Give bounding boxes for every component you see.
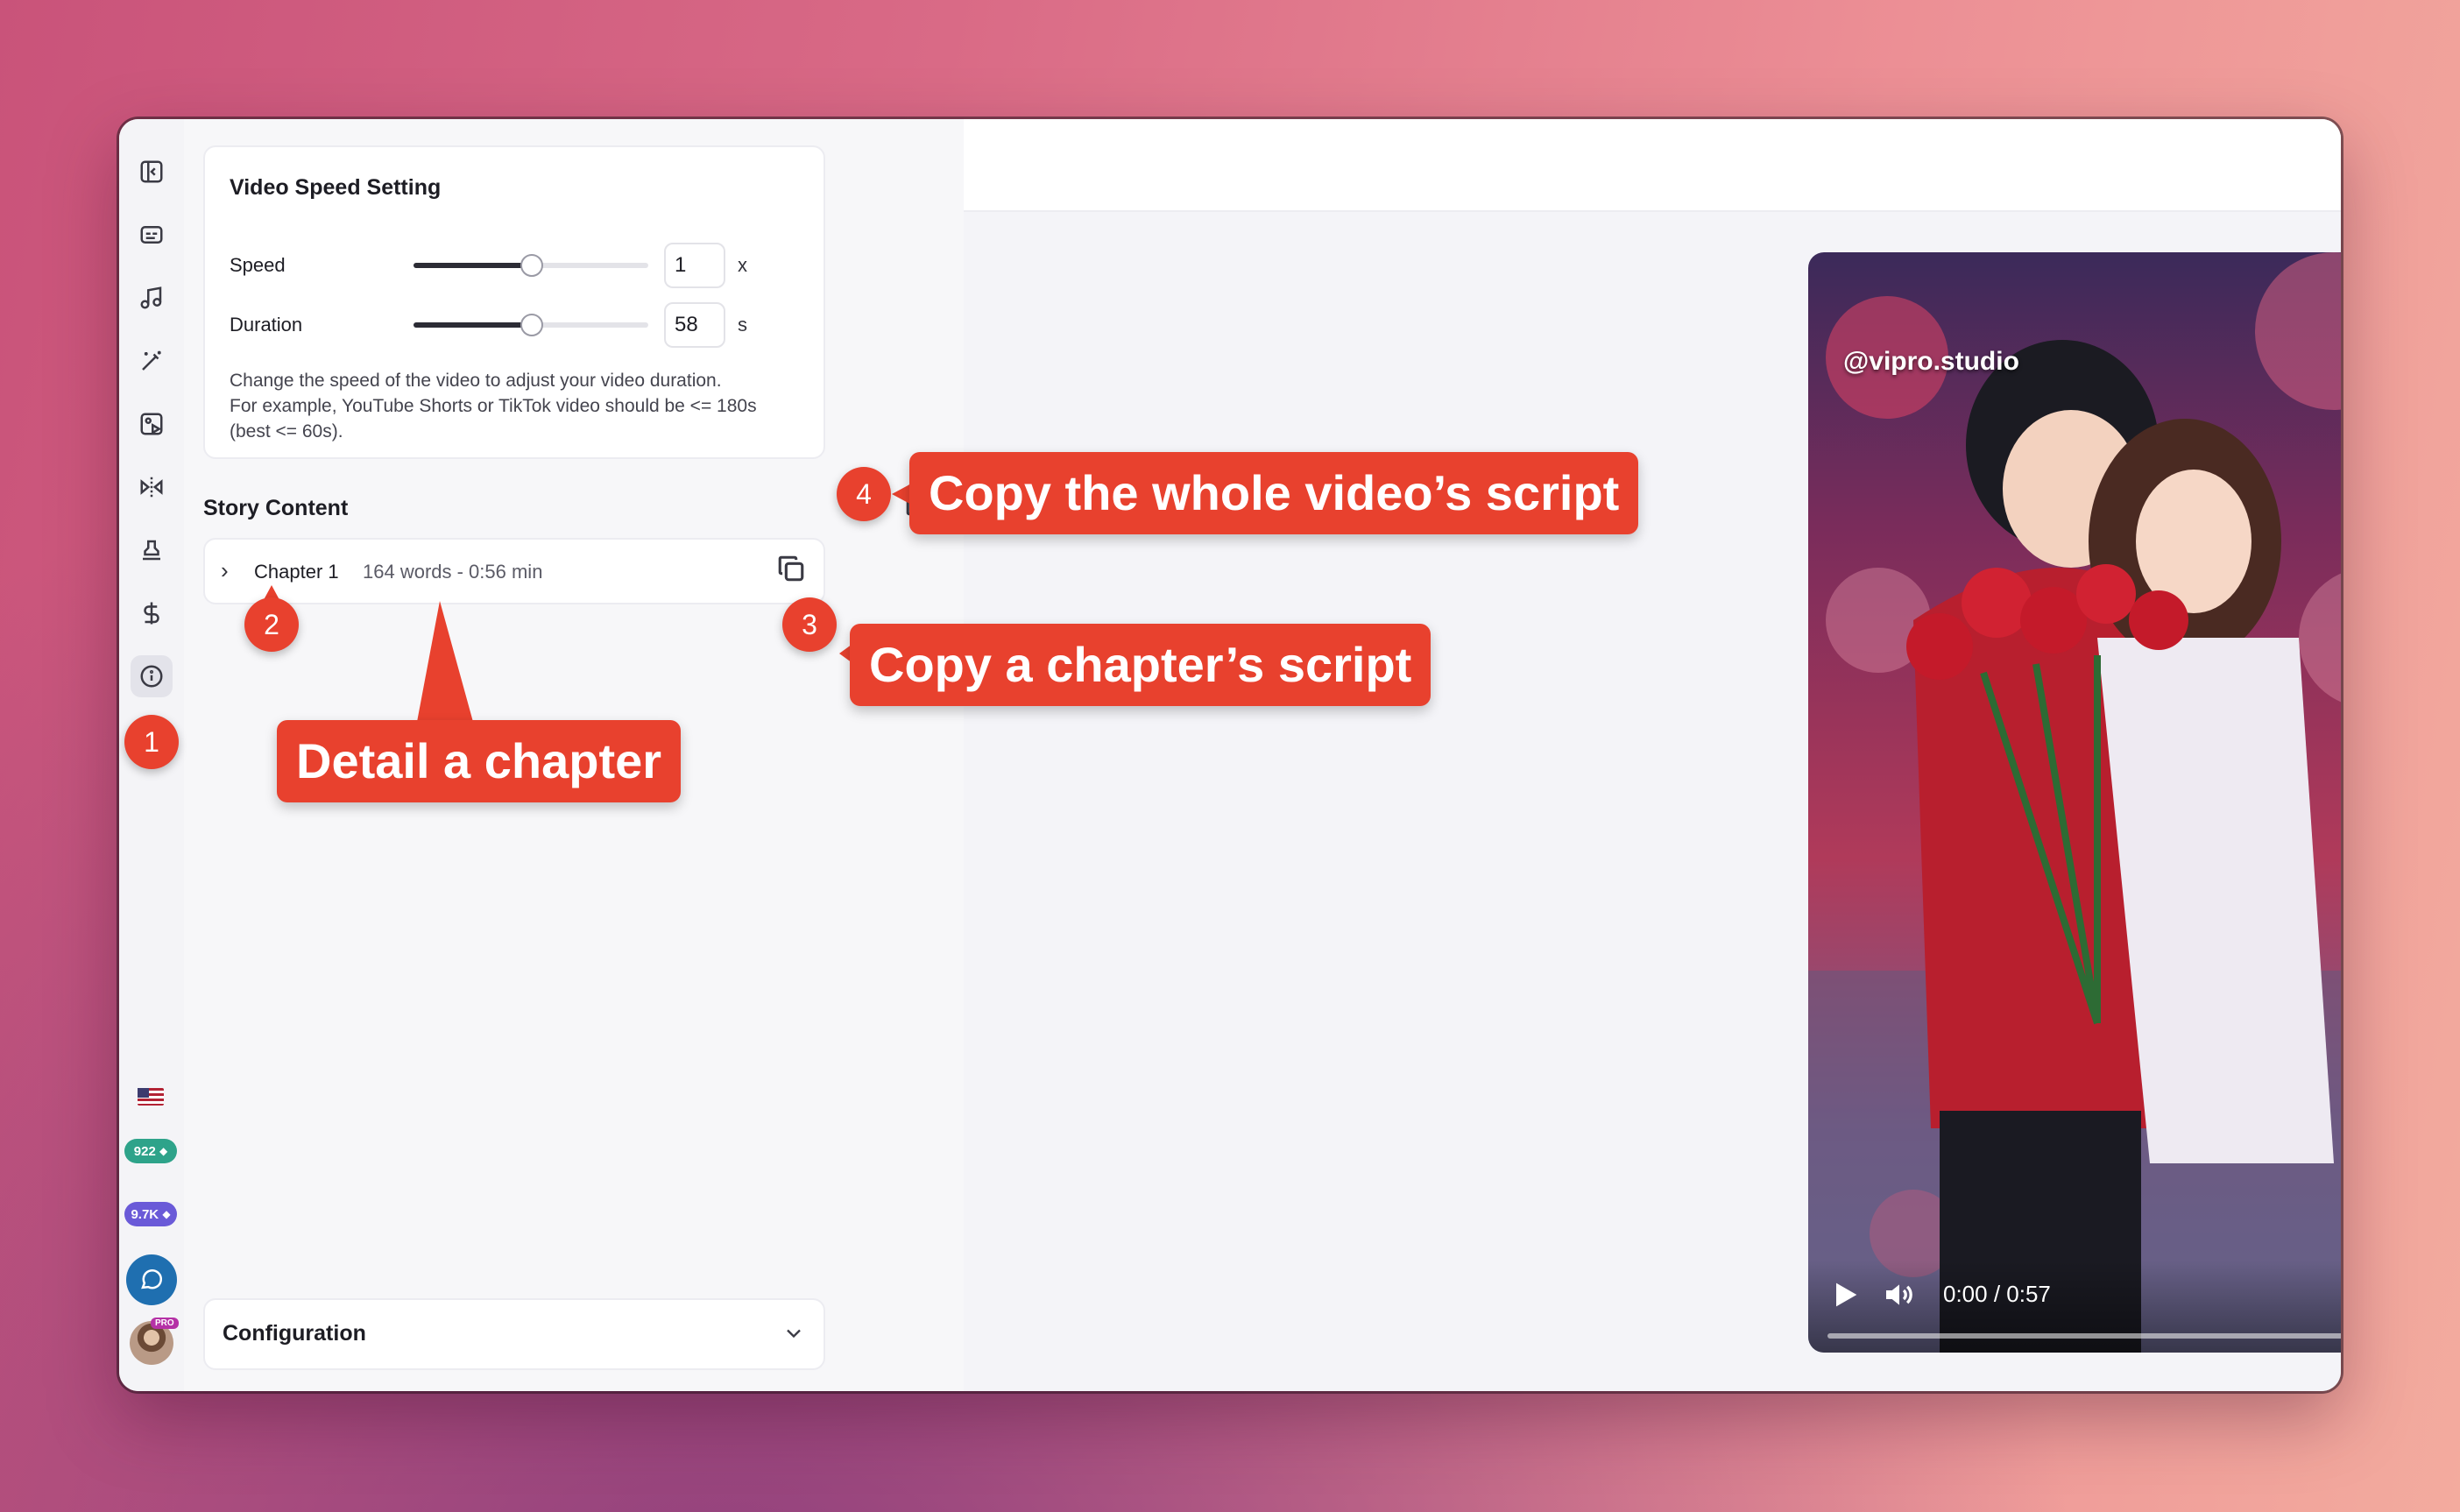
- video-controls: 0:00 / 0:57: [1808, 1260, 2341, 1353]
- video-watermark: @vipro.studio: [1843, 347, 2019, 376]
- video-speed-title: Video Speed Setting: [230, 175, 442, 200]
- callout-copy-whole: Copy the whole video’s script: [909, 452, 1639, 534]
- chapter-meta: 164 words - 0:56 min: [363, 561, 543, 583]
- duration-unit: s: [738, 314, 747, 336]
- copy-chapter-script-icon[interactable]: [776, 554, 806, 588]
- info-icon[interactable]: [131, 655, 173, 697]
- speed-slider[interactable]: [414, 254, 648, 277]
- dollar-icon[interactable]: [131, 592, 173, 634]
- video-speed-card: Video Speed Setting Speed 1 x Duration 5…: [203, 145, 825, 459]
- duration-slider-fill: [414, 322, 531, 328]
- chapter-row[interactable]: › Chapter 1 164 words - 0:56 min: [203, 538, 825, 604]
- annotation-badge-1: 1: [124, 715, 179, 769]
- image-video-icon[interactable]: [131, 403, 173, 445]
- chat-bubble-icon: [141, 1268, 163, 1289]
- annotation-badge-3: 3: [782, 597, 837, 652]
- credits-badge-primary[interactable]: 922 ◆: [124, 1139, 177, 1163]
- story-content-title: Story Content: [203, 496, 349, 520]
- duration-input[interactable]: 58: [664, 302, 725, 348]
- stamp-icon[interactable]: [131, 529, 173, 571]
- video-time: 0:00 / 0:57: [1943, 1281, 2051, 1307]
- us-flag-icon[interactable]: [138, 1088, 164, 1106]
- speed-slider-fill: [414, 263, 531, 268]
- video-player[interactable]: @vipro.studio 0:00 / 0:57: [1808, 252, 2341, 1353]
- subtitles-icon[interactable]: [131, 214, 173, 256]
- configuration-title: Configuration: [223, 1321, 366, 1346]
- volume-icon[interactable]: [1882, 1277, 1917, 1312]
- credits-value: 922: [133, 1143, 156, 1159]
- chevron-right-icon[interactable]: ›: [221, 557, 229, 584]
- speed-help-line-3: (best <= 60s).: [230, 421, 343, 442]
- speed-help-line-2: For example, YouTube Shorts or TikTok vi…: [230, 396, 757, 416]
- preview-area: @vipro.studio 0:00 / 0:57: [964, 119, 2341, 1391]
- music-icon[interactable]: [131, 277, 173, 319]
- play-icon[interactable]: [1827, 1277, 1863, 1312]
- speed-help-line-1: Change the speed of the video to adjust …: [230, 371, 722, 391]
- annotation-badge-4: 4: [837, 467, 891, 521]
- duration-label: Duration: [230, 314, 303, 336]
- gem-icon: ◆: [159, 1145, 168, 1157]
- gem-icon: ◆: [162, 1208, 171, 1220]
- credits-badge-secondary[interactable]: 9.7K ◆: [124, 1202, 177, 1226]
- transition-icon[interactable]: [131, 466, 173, 508]
- magic-wand-icon[interactable]: [131, 340, 173, 382]
- annotation-badge-2: 2: [244, 597, 299, 652]
- configuration-accordion[interactable]: Configuration: [203, 1298, 825, 1370]
- duration-slider[interactable]: [414, 314, 648, 336]
- speed-input[interactable]: 1: [664, 243, 725, 288]
- duration-slider-handle[interactable]: [520, 314, 543, 336]
- collapse-sidebar-icon[interactable]: [131, 151, 173, 193]
- top-bar: [964, 119, 2341, 212]
- video-frame-illustration: [1808, 252, 2341, 1353]
- pro-badge: PRO: [151, 1318, 179, 1329]
- chevron-down-icon[interactable]: [781, 1321, 806, 1346]
- credits-value: 9.7K: [131, 1206, 159, 1222]
- video-progress-bar[interactable]: [1827, 1333, 2341, 1339]
- chapter-name: Chapter 1: [254, 561, 339, 583]
- chat-button[interactable]: [126, 1254, 177, 1305]
- callout-detail-chapter: Detail a chapter: [277, 720, 682, 802]
- callout-copy-chapter: Copy a chapter’s script: [850, 624, 1431, 706]
- speed-label: Speed: [230, 254, 286, 276]
- speed-unit: x: [738, 254, 747, 276]
- speed-slider-handle[interactable]: [520, 254, 543, 277]
